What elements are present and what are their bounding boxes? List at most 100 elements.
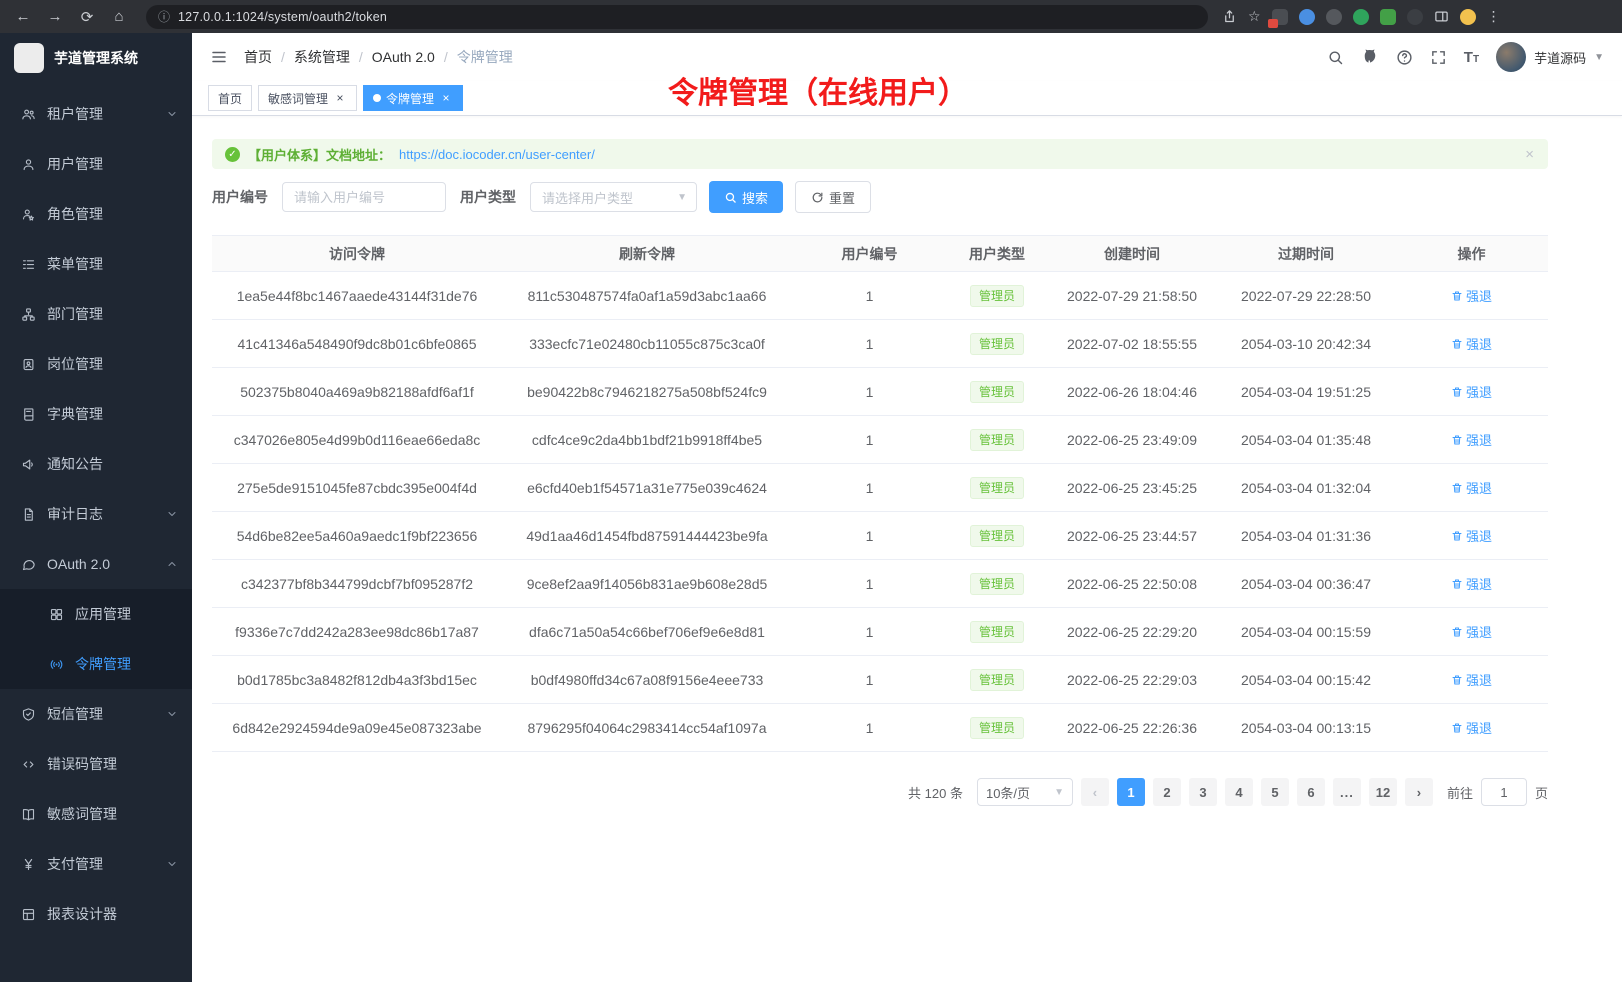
chevron-up-icon [166,558,178,570]
force-logout-button[interactable]: 强退 [1451,430,1492,449]
help-icon[interactable] [1396,49,1413,66]
pager-page-12[interactable]: 12 [1369,778,1397,806]
extension-icon-3[interactable] [1326,9,1342,25]
delete-icon [1451,386,1463,398]
sidebar-item-user[interactable]: 用户管理 [0,139,192,189]
breadcrumb: 首页/系统管理/OAuth 2.0/令牌管理 [244,47,513,67]
reset-button[interactable]: 重置 [795,181,871,213]
pager-pages: 123456...12 [1117,778,1397,806]
sidebar-item-label: 部门管理 [47,304,103,324]
sidebar-item-tenant[interactable]: 租户管理 [0,89,192,139]
browser-back-icon[interactable]: ← [10,5,36,29]
user-icon [20,156,36,172]
site-info-icon[interactable]: ⓘ [158,8,170,25]
browser-home-icon[interactable]: ⌂ [106,5,132,29]
search-button[interactable]: 搜索 [709,181,783,213]
browser-profile-avatar[interactable] [1460,9,1476,25]
sidebar-item-label: 字典管理 [47,404,103,424]
sidebar-item-label: 应用管理 [75,604,131,624]
browser-reload-icon[interactable]: ⟳ [74,5,100,29]
bookmark-star-icon[interactable]: ☆ [1248,8,1261,25]
side-panel-icon[interactable] [1434,9,1449,24]
extension-icon-4[interactable] [1353,9,1369,25]
tab-item-0[interactable]: 首页 [208,85,252,111]
force-logout-button[interactable]: 强退 [1451,478,1492,497]
pager-page-1[interactable]: 1 [1117,778,1145,806]
user-menu[interactable]: 芋道源码 ▼ [1496,42,1604,72]
sidebar-toggle-icon[interactable] [210,48,228,66]
user-type-select[interactable]: 请选择用户类型 ▼ [530,182,697,212]
delete-icon [1451,626,1463,638]
tab-close-icon[interactable]: × [333,91,347,105]
alert-close-icon[interactable]: × [1525,146,1534,163]
tab-item-2[interactable]: 令牌管理× [363,85,463,111]
force-logout-button[interactable]: 强退 [1451,718,1492,737]
user-type-badge: 管理员 [970,285,1024,307]
table-header-row: 访问令牌刷新令牌用户编号用户类型创建时间过期时间操作 [212,236,1548,272]
sidebar-item-audit[interactable]: 审计日志 [0,489,192,539]
pager-prev-button[interactable]: ‹ [1081,778,1109,806]
cell-action: 强退 [1395,512,1548,560]
force-logout-button[interactable]: 强退 [1451,526,1492,545]
pager-page-5[interactable]: 5 [1261,778,1289,806]
sidebar-item-report[interactable]: 报表设计器 [0,889,192,939]
search-icon[interactable] [1327,49,1344,66]
chevron-down-icon: ▼ [677,192,687,203]
sidebar-item-errcode[interactable]: 错误码管理 [0,739,192,789]
pager-page-2[interactable]: 2 [1153,778,1181,806]
fullscreen-icon[interactable] [1430,49,1447,66]
sidebar-item-label: 角色管理 [47,204,103,224]
force-logout-button[interactable]: 强退 [1451,670,1492,689]
pager-more-button[interactable]: ... [1333,778,1361,806]
sidebar-item-post[interactable]: 岗位管理 [0,339,192,389]
sidebar-item-pay[interactable]: 支付管理 [0,839,192,889]
sidebar-item-oauth[interactable]: OAuth 2.0 [0,539,192,589]
pager-page-4[interactable]: 4 [1225,778,1253,806]
extension-icon-1[interactable] [1272,9,1288,25]
sidebar-item-dept[interactable]: 部门管理 [0,289,192,339]
force-logout-button[interactable]: 强退 [1451,334,1492,353]
goto-page-input[interactable] [1481,778,1527,806]
sidebar-item-role[interactable]: 角色管理 [0,189,192,239]
tab-close-icon[interactable]: × [439,91,453,105]
extension-icon-6[interactable] [1407,9,1423,25]
pager-page-3[interactable]: 3 [1189,778,1217,806]
share-icon[interactable] [1222,9,1237,24]
address-bar[interactable]: ⓘ 127.0.0.1:1024/system/oauth2/token [146,5,1208,29]
force-logout-button[interactable]: 强退 [1451,622,1492,641]
breadcrumb-item[interactable]: 首页 [244,47,272,67]
column-header: 过期时间 [1217,236,1395,272]
pager-page-6[interactable]: 6 [1297,778,1325,806]
doc-link[interactable]: https://doc.iocoder.cn/user-center/ [399,147,595,162]
force-logout-button[interactable]: 强退 [1451,574,1492,593]
sidebar-item-app[interactable]: 应用管理 [0,589,192,639]
page-size-select[interactable]: 10条/页 ▼ [977,778,1073,806]
sidebar-item-token[interactable]: 令牌管理 [0,639,192,689]
sidebar-item-sms[interactable]: 短信管理 [0,689,192,739]
sidebar-item-label: 支付管理 [47,854,103,874]
delete-icon [1451,482,1463,494]
sidebar-item-notice[interactable]: 通知公告 [0,439,192,489]
extension-puzzle-icon[interactable] [1380,9,1396,25]
force-logout-button[interactable]: 强退 [1451,286,1492,305]
cell-expire-time: 2054-03-04 00:36:47 [1217,560,1395,608]
tab-item-1[interactable]: 敏感词管理× [258,85,357,111]
pager-next-button[interactable]: › [1405,778,1433,806]
font-size-icon[interactable]: TT [1464,49,1479,66]
browser-menu-icon[interactable]: ⋮ [1487,8,1501,25]
force-logout-button[interactable]: 强退 [1451,382,1492,401]
breadcrumb-item[interactable]: 系统管理 [294,47,350,67]
sidebar-item-label: 租户管理 [47,104,103,124]
github-icon[interactable] [1361,48,1379,66]
sidebar-item-label: 短信管理 [47,704,103,724]
app-window: 芋道管理系统 租户管理用户管理角色管理菜单管理部门管理岗位管理字典管理通知公告审… [0,33,1622,982]
app-logo[interactable]: 芋道管理系统 [0,33,192,83]
sidebar-item-dict[interactable]: 字典管理 [0,389,192,439]
breadcrumb-item[interactable]: OAuth 2.0 [372,49,435,65]
user-id-input[interactable] [282,182,446,212]
sidebar-item-menu[interactable]: 菜单管理 [0,239,192,289]
force-logout-label: 强退 [1466,526,1492,545]
browser-forward-icon[interactable]: → [42,5,68,29]
extension-icon-2[interactable] [1299,9,1315,25]
sidebar-item-sensitive[interactable]: 敏感词管理 [0,789,192,839]
